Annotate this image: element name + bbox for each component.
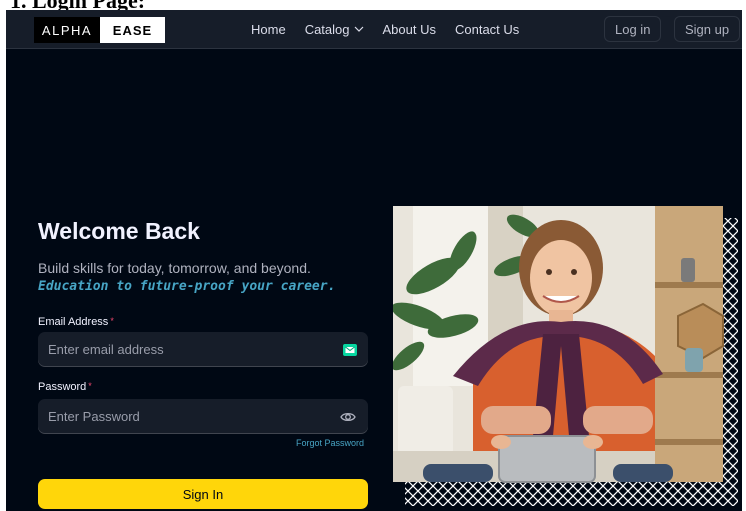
sign-in-button[interactable]: Sign In xyxy=(38,479,368,509)
signup-button[interactable]: Sign up xyxy=(674,16,741,42)
email-icon xyxy=(343,344,357,356)
app-window: ALPHA EASE Home Catalog About Us Contact… xyxy=(6,10,742,511)
nav-links: Home Catalog About Us Contact Us xyxy=(251,10,519,48)
hero-image xyxy=(391,206,738,506)
brand-logo-part1: ALPHA xyxy=(34,17,100,43)
eye-icon[interactable] xyxy=(340,409,356,425)
email-required-mark: * xyxy=(110,316,114,326)
email-label-text: Email Address xyxy=(38,316,109,328)
forgot-password-link[interactable]: Forgot Password xyxy=(296,438,364,448)
nav-link-about[interactable]: About Us xyxy=(383,22,436,37)
nav-link-catalog[interactable]: Catalog xyxy=(305,22,364,37)
nav-link-home[interactable]: Home xyxy=(251,22,286,37)
welcome-title: Welcome Back xyxy=(38,218,200,244)
login-button[interactable]: Log in xyxy=(604,16,662,42)
nav-link-contact[interactable]: Contact Us xyxy=(455,22,519,37)
email-label: Email Address * xyxy=(38,316,114,328)
welcome-subtitle: Build skills for today, tomorrow, and be… xyxy=(38,260,311,276)
password-label: Password * xyxy=(38,381,92,393)
chevron-down-icon xyxy=(354,26,363,32)
brand-logo-part2: EASE xyxy=(112,22,153,38)
email-input[interactable] xyxy=(38,332,368,367)
nav-link-catalog-label: Catalog xyxy=(304,21,350,37)
password-input[interactable] xyxy=(38,399,368,434)
navbar: ALPHA EASE Home Catalog About Us Contact… xyxy=(6,10,742,49)
brand-logo[interactable]: ALPHA EASE xyxy=(34,17,165,43)
password-required-mark: * xyxy=(88,381,92,391)
password-label-text: Password xyxy=(38,381,87,393)
hero-image-frame xyxy=(391,206,738,506)
welcome-tagline: Education to future-proof your career. xyxy=(38,279,336,294)
